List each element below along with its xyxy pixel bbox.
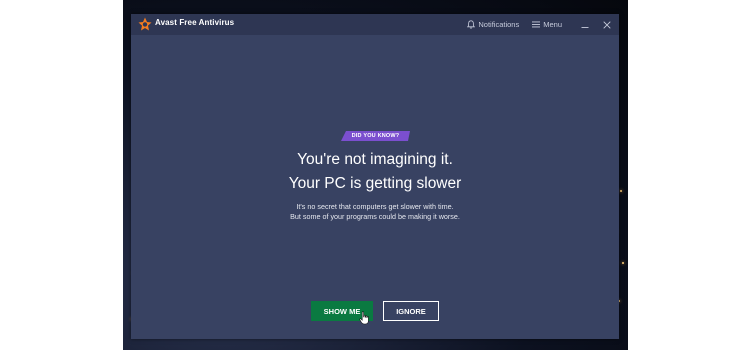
avast-logo-icon [138,17,152,31]
close-icon [603,20,611,29]
body-text-line-2: But some of your programs could be makin… [290,212,460,221]
notifications-button[interactable]: Notifications [467,20,519,29]
bell-icon [467,20,476,29]
hand-cursor-icon [359,311,369,325]
close-button[interactable] [600,18,614,32]
minimize-icon [581,26,589,28]
hamburger-icon [532,21,541,28]
title-bar: Avast Free Antivirus Notifications Menu [131,14,619,35]
ignore-button[interactable]: IGNORE [383,301,439,321]
app-title: Avast Free Antivirus [155,18,235,27]
headline-line-2: Your PC is getting slower [288,175,462,192]
menu-button[interactable]: Menu [532,20,562,29]
menu-label: Menu [543,20,562,29]
headline-line-1: You're not imagining it. [297,151,453,168]
notifications-label: Notifications [478,20,520,29]
did-you-know-badge: DID YOU KNOW? [341,131,410,141]
avast-window: Avast Free Antivirus Notifications Menu [131,14,619,339]
minimize-button[interactable] [578,18,592,32]
